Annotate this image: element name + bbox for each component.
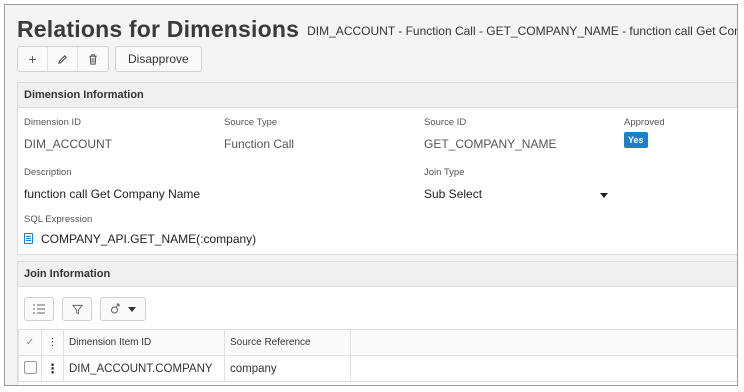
list-icon — [33, 304, 45, 314]
sql-expression-label: SQL Expression — [24, 214, 93, 225]
table-header-row: ✓ ⋮ Dimension Item ID Source Reference — [18, 329, 737, 356]
dimension-item-id-cell: DIM_ACCOUNT.COMPANY — [63, 355, 225, 382]
column-header-dimension-item-id[interactable]: Dimension Item ID — [63, 329, 225, 356]
approved-label: Approved — [624, 117, 665, 128]
source-id-label: Source ID — [424, 117, 467, 128]
record-selector[interactable]: DIM_ACCOUNT - Function Call - GET_COMPAN… — [307, 24, 737, 38]
join-information-panel: Join Information ✓ ⋮ Dimension Item ID S… — [17, 261, 737, 385]
disapprove-button[interactable]: Disapprove — [115, 46, 202, 72]
column-menu-header[interactable]: ⋮ — [41, 329, 64, 356]
chevron-down-icon[interactable] — [600, 193, 608, 198]
page-title: Relations for Dimensions — [17, 15, 300, 42]
link-icon — [110, 303, 120, 314]
pencil-icon — [58, 54, 67, 64]
source-type-field: Source Type Function Call — [224, 117, 294, 151]
source-reference-cell: company — [224, 355, 351, 382]
dropdown-caret-icon — [128, 306, 136, 312]
dimension-id-value: DIM_ACCOUNT — [24, 137, 113, 151]
sql-expression-value: COMPANY_API.GET_NAME(:company) — [41, 232, 257, 246]
row-menu-cell: ⋮ — [41, 355, 64, 382]
join-information-heading: Join Information — [18, 262, 737, 287]
description-label: Description — [24, 167, 72, 178]
crud-button-group: + — [17, 46, 109, 72]
page-header: Relations for Dimensions DIM_ACCOUNT - F… — [17, 13, 737, 45]
dimension-information-heading: Dimension Information — [18, 83, 737, 108]
document-icon[interactable] — [24, 233, 33, 244]
source-id-value: GET_COMPANY_NAME — [424, 137, 557, 151]
join-information-table: ✓ ⋮ Dimension Item ID Source Reference ⋮… — [18, 329, 737, 382]
command-toolbar: + Disapprove — [17, 46, 202, 72]
sql-expression-field: SQL Expression COMPANY_API.GET_NAME(:com… — [24, 214, 256, 246]
sql-expression-value-row: COMPANY_API.GET_NAME(:company) — [24, 232, 256, 246]
plus-icon: + — [28, 51, 37, 67]
approved-status-badge: Yes — [624, 132, 648, 148]
join-type-label: Join Type — [424, 167, 465, 178]
table-row[interactable]: ⋮ DIM_ACCOUNT.COMPANY company — [18, 355, 737, 382]
trash-icon — [89, 53, 97, 65]
add-button[interactable]: + — [18, 47, 48, 71]
edit-button[interactable] — [48, 47, 78, 71]
delete-button[interactable] — [78, 47, 108, 71]
row-checkbox-cell — [18, 355, 42, 382]
column-header-empty — [350, 329, 737, 356]
select-all-column[interactable]: ✓ — [18, 329, 42, 356]
dimension-information-panel: Dimension Information Dimension ID DIM_A… — [17, 82, 737, 255]
approved-field: Approved Yes — [624, 117, 665, 148]
row-menu-icon[interactable]: ⋮ — [46, 361, 59, 376]
filter-button[interactable] — [62, 297, 92, 321]
dimension-id-field: Dimension ID DIM_ACCOUNT — [24, 117, 112, 151]
list-view-button[interactable] — [24, 297, 54, 321]
actions-menu-button[interactable] — [100, 297, 146, 321]
filter-icon — [71, 304, 83, 314]
source-type-label: Source Type — [224, 117, 278, 128]
column-header-source-reference[interactable]: Source Reference — [224, 329, 351, 356]
source-id-field: Source ID GET_COMPANY_NAME — [424, 117, 556, 151]
window-frame: Relations for Dimensions DIM_ACCOUNT - F… — [4, 4, 738, 386]
description-input[interactable]: function call Get Company Name — [24, 187, 200, 201]
row-checkbox[interactable] — [23, 360, 37, 374]
join-type-field: Join Type Sub Select — [424, 167, 610, 201]
join-toolbar — [24, 297, 146, 321]
empty-cell — [350, 355, 737, 382]
description-field: Description function call Get Company Na… — [24, 167, 200, 201]
source-type-value: Function Call — [224, 137, 295, 151]
dimension-id-label: Dimension ID — [24, 117, 82, 128]
join-type-select[interactable]: Sub Select — [424, 187, 610, 201]
